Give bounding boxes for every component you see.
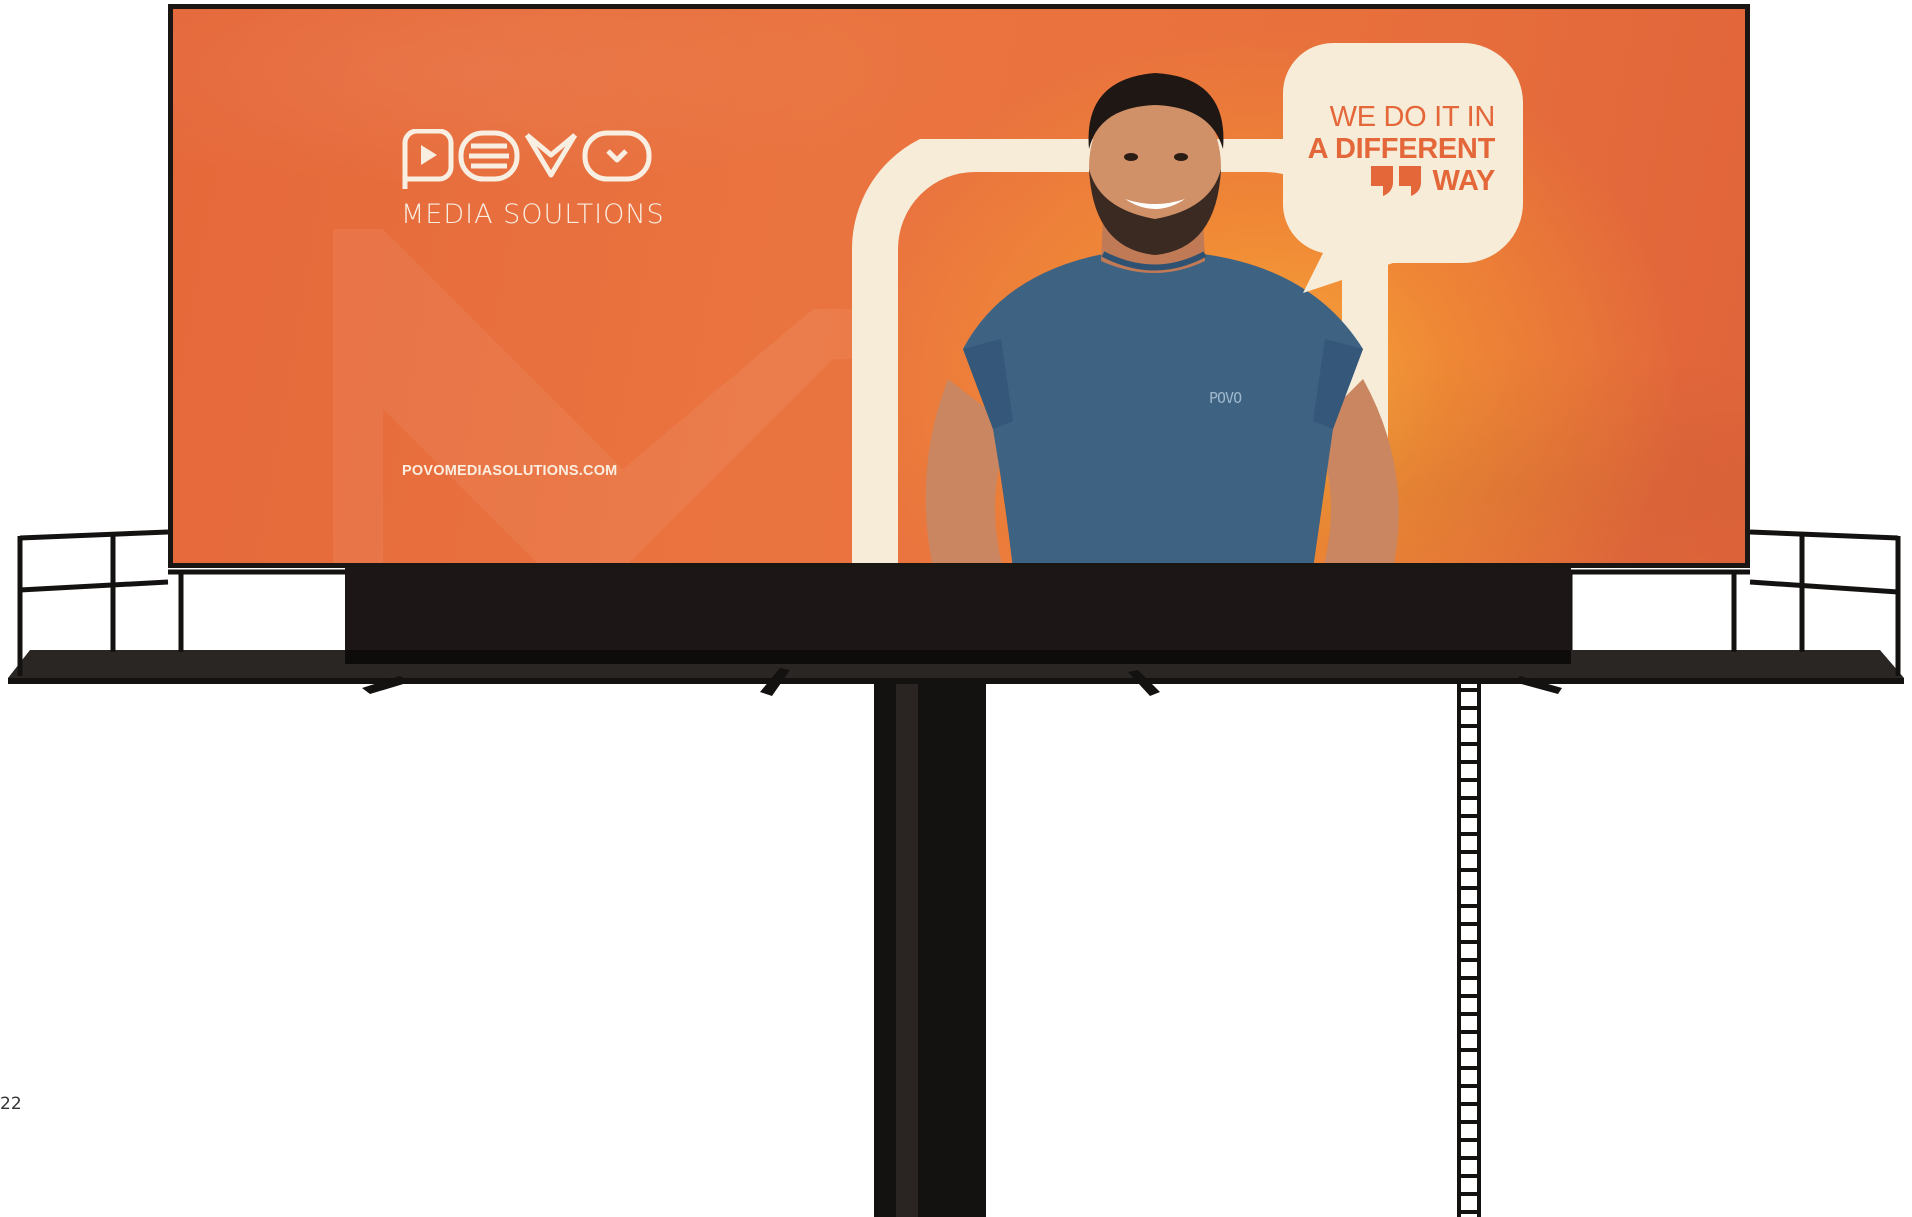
bubble-slogan: WE DO IT IN A DIFFERENT WAY — [1293, 101, 1496, 197]
shirt-logo: POVO — [1209, 389, 1242, 407]
billboard-frame: MEDIA SOULTIONS POVOMEDIASOLUTIONS.COM P… — [168, 4, 1750, 568]
slogan-line-1: WE DO IT IN — [1329, 101, 1496, 133]
billboard-scene: MEDIA SOULTIONS POVOMEDIASOLUTIONS.COM P… — [0, 0, 1912, 1217]
povo-logo-mark — [402, 129, 652, 189]
quote-icon — [1370, 166, 1421, 196]
page-number: 22 — [0, 1094, 22, 1114]
billboard-face: MEDIA SOULTIONS POVOMEDIASOLUTIONS.COM P… — [173, 9, 1745, 563]
logo-tagline: MEDIA SOULTIONS — [401, 199, 665, 230]
slogan-line-3-row: WAY — [1293, 165, 1495, 197]
slogan-line-2: A DIFFERENT — [1307, 133, 1496, 165]
povo-logo: MEDIA SOULTIONS — [401, 129, 664, 230]
website-url: POVOMEDIASOLUTIONS.COM — [402, 463, 618, 479]
slogan-line-3: WAY — [1432, 165, 1496, 197]
